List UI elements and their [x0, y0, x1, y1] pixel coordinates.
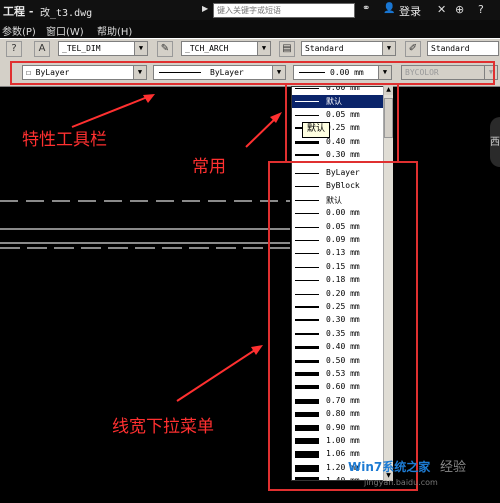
dim-style-icon[interactable]: ✎ [157, 41, 173, 57]
multileader-style-icon[interactable]: ✐ [405, 41, 421, 57]
chevron-down-icon[interactable]: ▼ [134, 42, 147, 55]
binoculars-icon[interactable]: ⚭ [362, 3, 370, 14]
arrowhead [251, 345, 263, 355]
chevron-down-icon[interactable]: ▼ [382, 42, 395, 55]
file-name: 改_t3.dwg [40, 8, 93, 19]
common-highlight-frame [285, 83, 399, 163]
help-icon[interactable]: ⊕ [455, 3, 464, 16]
arrow-to-toolbar [71, 95, 151, 128]
menu-item-help[interactable]: 帮助(H) [97, 23, 132, 38]
user-icon[interactable]: 👤 [383, 3, 395, 14]
annotation-common: 常用 [192, 157, 226, 177]
watermark-jingyan: 经验 [440, 460, 467, 475]
menu-item-window[interactable]: 窗口(W) [46, 23, 84, 38]
watermark-brand: Win7系统之家 [348, 460, 431, 474]
chevron-down-icon[interactable]: ▼ [257, 42, 270, 55]
help-icon[interactable]: ? [6, 41, 22, 57]
styles-toolbar: ? A _TEL_DIM ▼ ✎ _TCH_ARCH ▼ ▤ Standard ▼ ✐… [0, 38, 500, 60]
arrow-to-dropdown [176, 347, 259, 402]
search-arrow-icon[interactable]: ▶ [202, 4, 208, 13]
menu-bar: 参数(P) 窗口(W) 帮助(H) [0, 20, 500, 38]
dropdown-highlight-frame [268, 161, 418, 491]
help-dropdown-icon[interactable]: ? [478, 3, 484, 16]
viewcube-west-label: 西 [490, 137, 500, 148]
login-button[interactable]: 登录 [399, 3, 421, 19]
arrow-to-common [245, 115, 279, 148]
arch-style-select[interactable]: _TCH_ARCH ▼ [181, 41, 271, 56]
menu-item-params[interactable]: 参数(P) [2, 23, 36, 38]
annotation-dropdown: 线宽下拉菜单 [112, 417, 214, 437]
toolbar-highlight-frame [10, 61, 495, 85]
text-style-select[interactable]: Standard ▼ [301, 41, 396, 56]
table-style-icon[interactable]: ▤ [279, 41, 295, 57]
exchange-icon[interactable]: ✕ [437, 3, 446, 16]
app-title: 工程 - [3, 5, 34, 18]
watermark-url: jingyan.baidu.com [364, 478, 438, 487]
title-bar: 工程 - 改_t3.dwg ▶ 键入关键字或短语 ⚭ 👤 登录 ✕ ⊕ ? [0, 0, 500, 20]
table-style-select[interactable]: Standard [427, 41, 499, 56]
viewcube[interactable]: 西 [490, 117, 500, 167]
search-input[interactable]: 键入关键字或短语 [213, 3, 355, 18]
dimstyle-select[interactable]: _TEL_DIM ▼ [58, 41, 148, 56]
text-style-icon[interactable]: A [34, 41, 50, 57]
search-placeholder: 键入关键字或短语 [217, 6, 281, 15]
annotation-toolbar: 特性工具栏 [22, 130, 107, 150]
